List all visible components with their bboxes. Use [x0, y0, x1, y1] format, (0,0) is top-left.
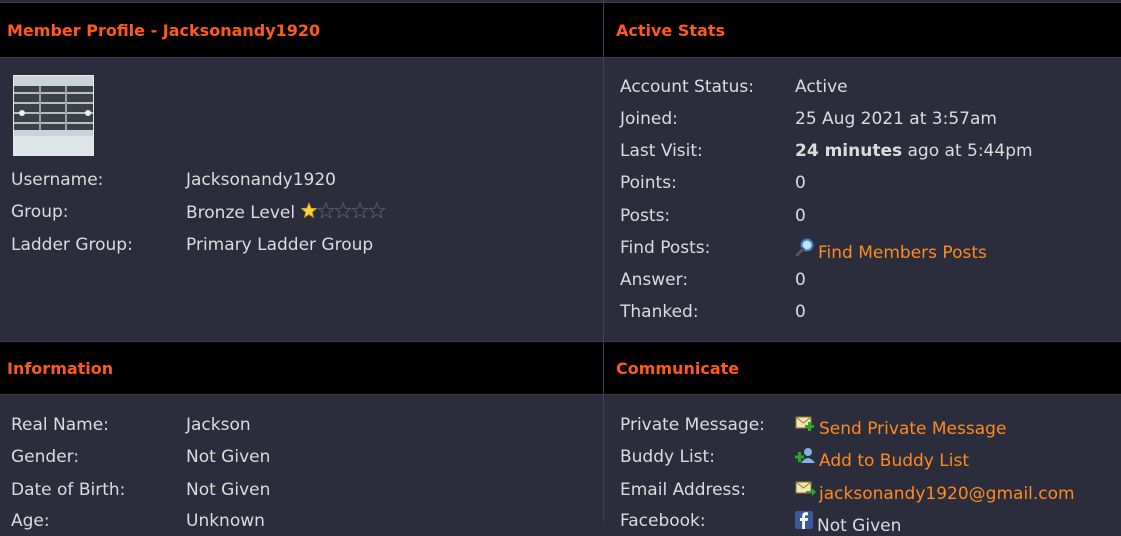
star-filled-icon [300, 201, 318, 219]
field-label: Group: [11, 202, 69, 222]
star-empty-icon [334, 201, 352, 219]
email-icon [795, 480, 816, 502]
find-members-posts-link[interactable]: Find Members Posts [818, 243, 987, 263]
field-label: Date of Birth: [11, 480, 126, 500]
message-add-icon [795, 415, 816, 437]
field-label: Age: [11, 511, 50, 531]
facebook-icon [795, 511, 813, 534]
field-value: Bronze Level [186, 201, 391, 225]
field-label: Gender: [11, 447, 80, 467]
field-label: Ladder Group: [11, 235, 133, 255]
active-stats-header: Active Stats [604, 2, 1121, 58]
field-label: Username: [11, 170, 104, 190]
communicate-title: Communicate [616, 358, 740, 378]
column-divider [603, 0, 604, 522]
field-value: Jackson [186, 415, 251, 435]
add-to-buddy-list-link[interactable]: Add to Buddy List [819, 451, 969, 471]
magnifier-icon [795, 238, 815, 261]
communicate-header: Communicate [604, 341, 1121, 395]
email-address-link[interactable]: jacksonandy1920@gmail.com [819, 484, 1075, 504]
star-empty-icon [368, 201, 386, 219]
field-label: Real Name: [11, 415, 109, 435]
member-profile-header: Member Profile - Jacksonandy1920 [0, 2, 603, 58]
information-title: Information [7, 358, 114, 378]
field-value: Unknown [186, 511, 265, 531]
information-header: Information [0, 341, 603, 395]
field-value: Not Given [186, 447, 271, 467]
member-profile-title: Member Profile - Jacksonandy1920 [7, 20, 321, 40]
avatar [13, 75, 94, 156]
star-empty-icon [351, 201, 369, 219]
field-value: Not Given [186, 480, 271, 500]
active-stats-title: Active Stats [616, 20, 725, 40]
add-buddy-icon [795, 447, 816, 469]
rank-stars [300, 201, 391, 225]
field-value: Primary Ladder Group [186, 235, 374, 255]
star-empty-icon [317, 201, 335, 219]
field-value: Jacksonandy1920 [186, 170, 336, 190]
send-private-message-link[interactable]: Send Private Message [819, 419, 1006, 439]
